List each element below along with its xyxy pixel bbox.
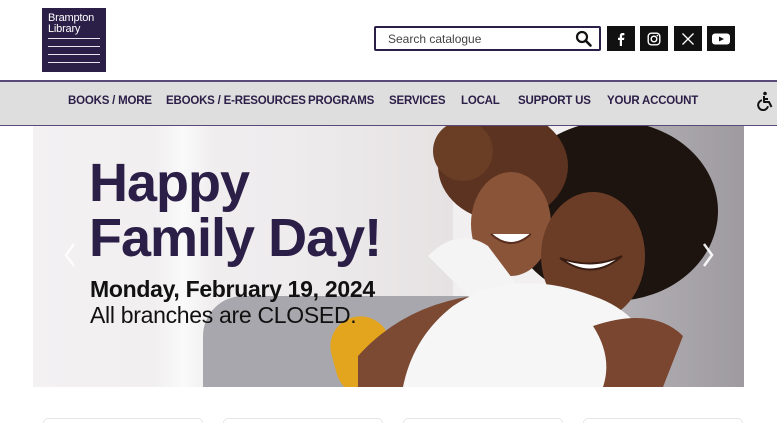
content-card[interactable] [403,418,563,423]
carousel-next-button[interactable] [701,242,715,268]
nav-item-your-account[interactable]: YOUR ACCOUNT [607,95,698,107]
nav-item-local[interactable]: LOCAL [461,95,500,107]
site-header: Brampton Library [0,0,777,81]
accessibility-button[interactable] [756,91,776,112]
search-button[interactable] [575,30,593,48]
content-card[interactable] [583,418,743,423]
logo-line [48,54,100,55]
hero-notice: All branches are CLOSED. [90,302,357,328]
content-card[interactable] [43,418,203,423]
main-navigation: BOOKS / MORE EBOOKS / E-RESOURCES PROGRA… [0,80,777,126]
youtube-icon [712,33,730,44]
x-link[interactable] [674,26,702,51]
nav-item-support-us[interactable]: SUPPORT US [518,95,591,107]
nav-item-programs[interactable]: PROGRAMS [308,95,374,107]
content-card[interactable] [223,418,383,423]
logo-line [48,62,100,63]
facebook-icon [618,32,625,46]
x-icon [682,32,694,45]
chevron-right-icon [702,243,714,267]
chevron-left-icon [64,243,76,267]
hero-title: Happy Family Day! [89,153,382,268]
content-cards [33,412,744,423]
nav-item-books-more[interactable]: BOOKS / MORE [68,95,152,107]
magnifier-icon [575,30,592,47]
instagram-link[interactable] [640,26,668,51]
youtube-link[interactable] [707,26,735,51]
catalogue-search [374,26,601,51]
logo-line [48,38,100,39]
nav-item-ebooks-eresources[interactable]: EBOOKS / E-RESOURCES [166,95,306,107]
logo-line [48,46,100,47]
instagram-icon [647,32,661,46]
wheelchair-icon [757,91,773,112]
facebook-link[interactable] [607,26,635,51]
logo-wordmark: Brampton Library [48,12,95,35]
brampton-library-logo[interactable]: Brampton Library [42,8,106,72]
carousel-prev-button[interactable] [63,242,77,268]
hero-date: Monday, February 19, 2024 [90,276,375,302]
hero-banner[interactable]: Happy Family Day! Monday, February 19, 2… [33,126,744,387]
nav-item-services[interactable]: SERVICES [389,95,446,107]
search-input[interactable] [376,28,566,49]
